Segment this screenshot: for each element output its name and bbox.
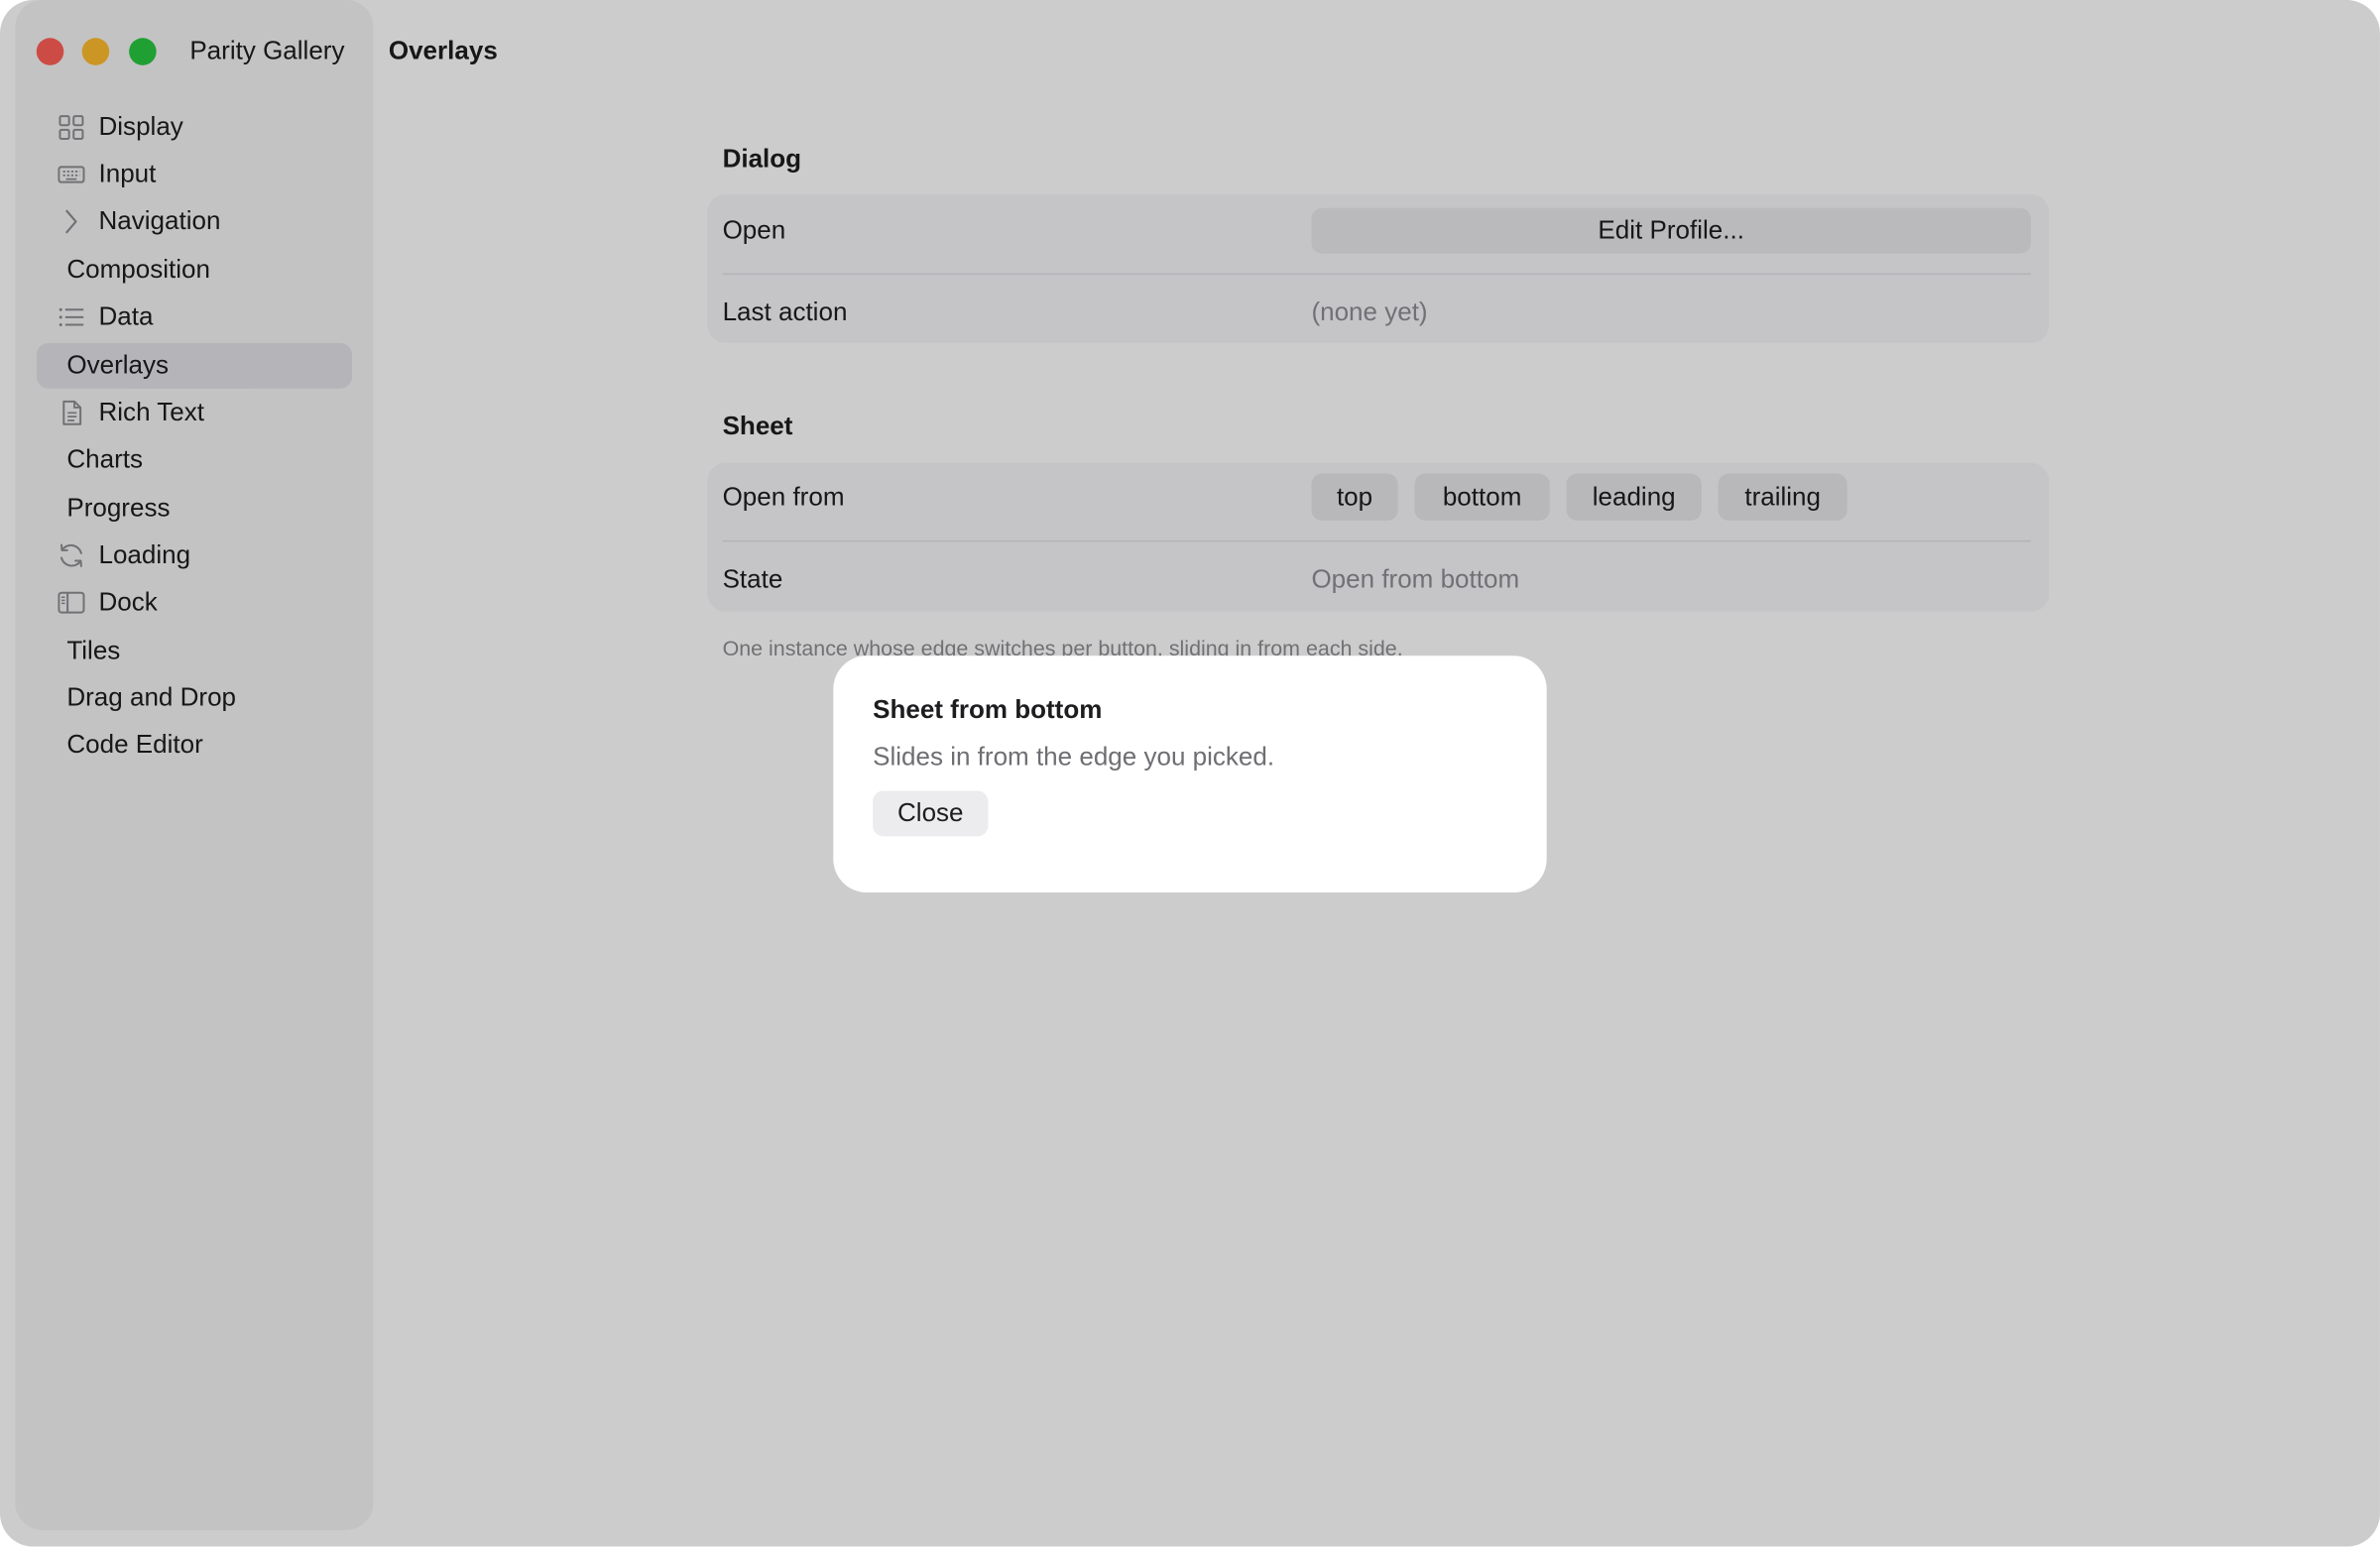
app-window: Parity Gallery Overlays Display Input Na… bbox=[0, 0, 2380, 1547]
close-button[interactable]: Close bbox=[873, 790, 989, 837]
bottom-sheet: Sheet from bottom Slides in from the edg… bbox=[833, 655, 1547, 892]
sheet-title: Sheet from bottom bbox=[873, 695, 1103, 725]
sheet-message: Slides in from the edge you picked. bbox=[873, 742, 1275, 772]
